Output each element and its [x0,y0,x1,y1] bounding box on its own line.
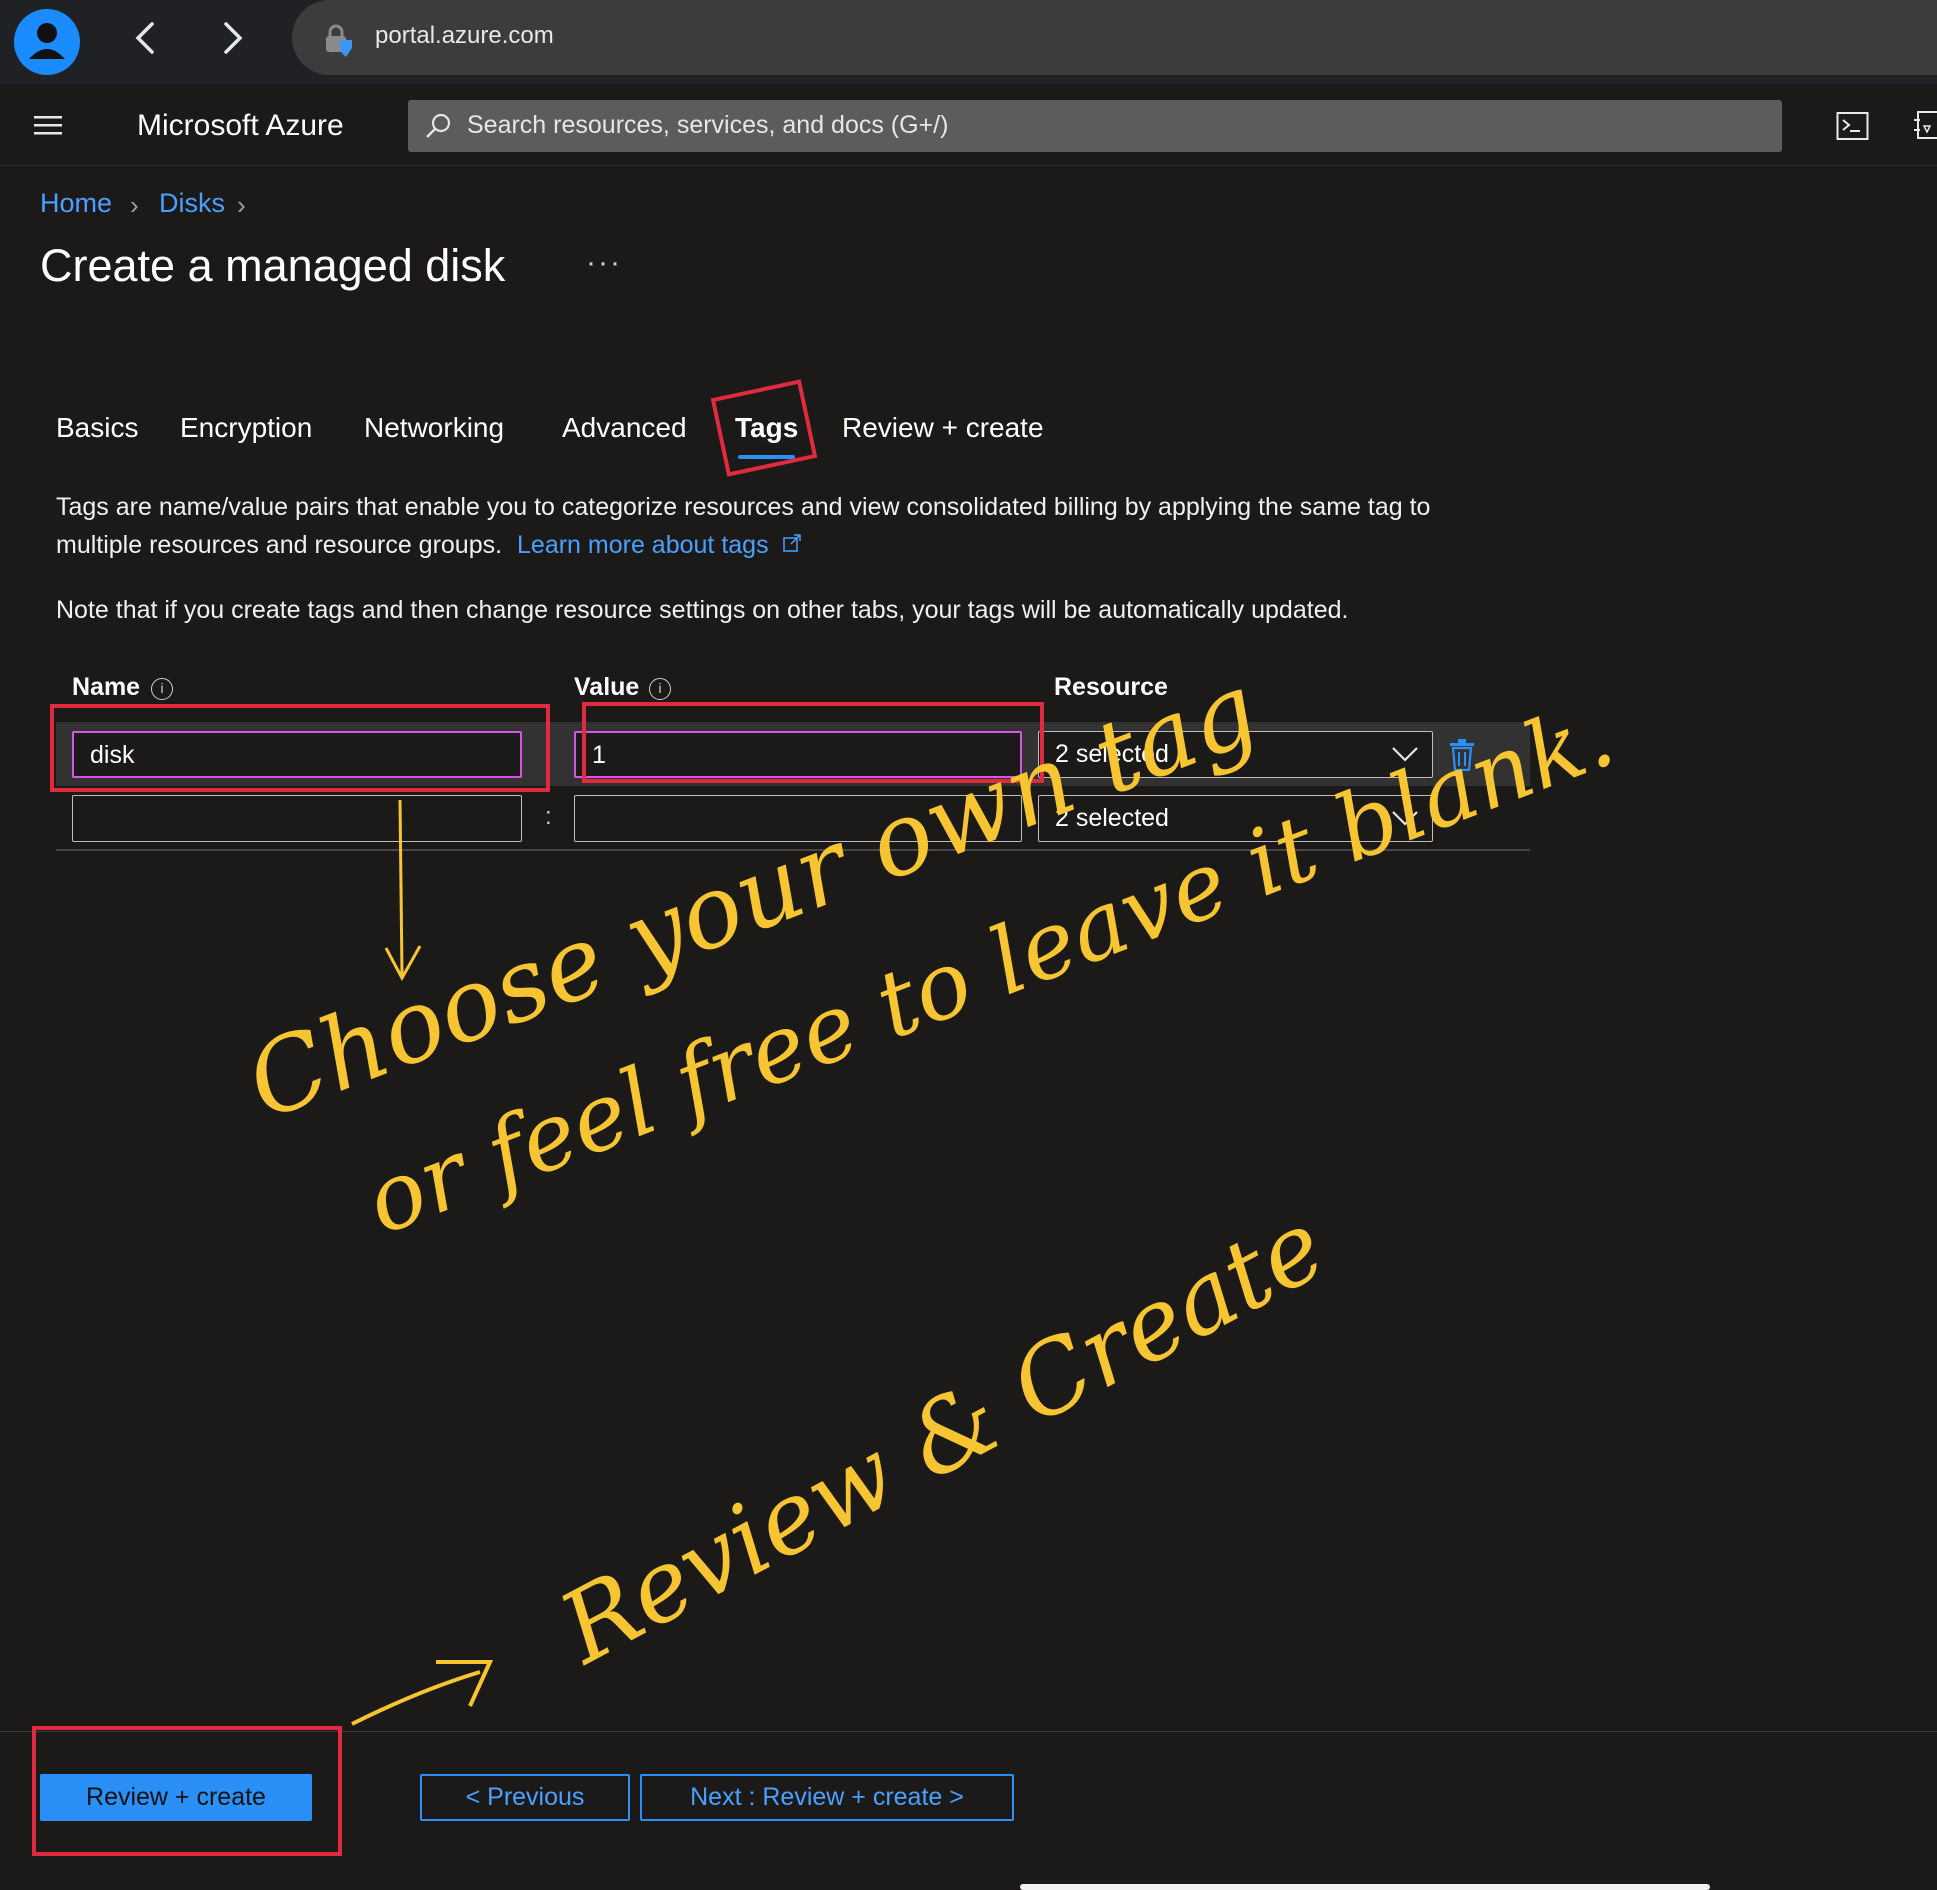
annotation-arrow [351,1670,481,1726]
annotation-text: Review & Create [541,1189,1343,1688]
annotation-arrow [398,799,404,976]
handwriting-layer: Choose your own tag or feel free to leav… [232,650,1627,1726]
